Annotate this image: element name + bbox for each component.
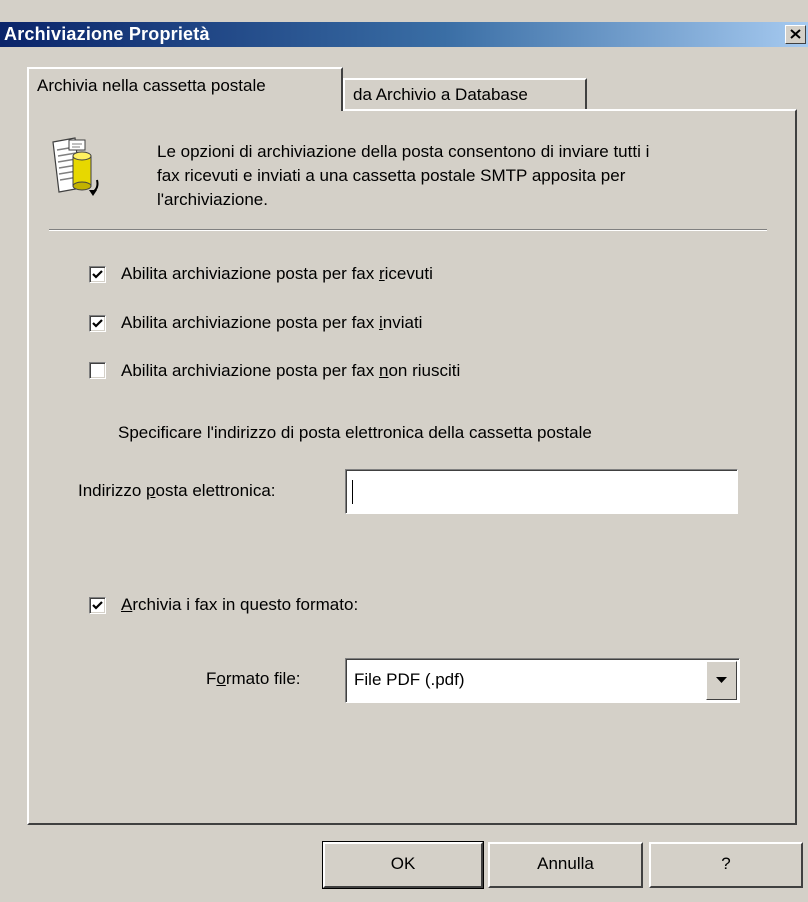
separator-highlight	[49, 230, 767, 231]
close-icon	[790, 29, 801, 39]
tab-label: da Archivio a Database	[353, 85, 528, 104]
description-line: l'archiviazione.	[157, 190, 268, 209]
checkbox-received-label[interactable]: Abilita archiviazione posta per fax rice…	[121, 264, 433, 284]
dialog-window: Archiviazione Proprietà Archivia nella c…	[0, 0, 808, 902]
check-icon	[92, 319, 103, 328]
checkbox-sent-label[interactable]: Abilita archiviazione posta per fax invi…	[121, 313, 422, 333]
description-line: fax ricevuti e inviati a una cassetta po…	[157, 166, 626, 185]
description-line: Le opzioni di archiviazione della posta …	[157, 142, 650, 161]
check-icon	[92, 601, 103, 610]
checkbox-archive-format-label[interactable]: Archivia i fax in questo formato:	[121, 595, 358, 615]
cancel-button[interactable]: Annulla	[488, 842, 643, 888]
file-format-select[interactable]: File PDF (.pdf)	[345, 658, 740, 703]
email-label: Indirizzo posta elettronica:	[78, 481, 276, 500]
checkbox-sent[interactable]	[89, 315, 106, 332]
checkbox-received[interactable]	[89, 266, 106, 283]
email-field[interactable]	[345, 469, 738, 514]
file-format-label: Formato file:	[206, 669, 301, 688]
mailbox-hint: Specificare l'indirizzo di posta elettro…	[118, 423, 592, 442]
tab-page	[27, 109, 797, 825]
tab-archivia-cassetta[interactable]: Archivia nella cassetta postale	[27, 67, 343, 111]
checkbox-archive-format[interactable]	[89, 597, 106, 614]
title-bar: Archiviazione Proprietà	[0, 22, 808, 47]
description-text: Le opzioni di archiviazione della posta …	[157, 140, 649, 212]
check-icon	[92, 270, 103, 279]
archive-mail-icon	[49, 136, 105, 205]
window-title: Archiviazione Proprietà	[4, 24, 210, 44]
ok-button[interactable]: OK	[322, 841, 484, 889]
text-caret	[352, 480, 353, 504]
tab-archivio-database[interactable]: da Archivio a Database	[343, 78, 587, 111]
file-format-selected: File PDF (.pdf)	[354, 670, 465, 689]
checkbox-failed-label[interactable]: Abilita archiviazione posta per fax non …	[121, 361, 460, 381]
dropdown-button[interactable]	[706, 661, 737, 700]
close-button[interactable]	[785, 25, 806, 44]
help-button[interactable]: ?	[649, 842, 803, 888]
checkbox-failed[interactable]	[89, 362, 106, 379]
tab-label: Archivia nella cassetta postale	[37, 76, 266, 95]
chevron-down-icon	[716, 677, 727, 683]
